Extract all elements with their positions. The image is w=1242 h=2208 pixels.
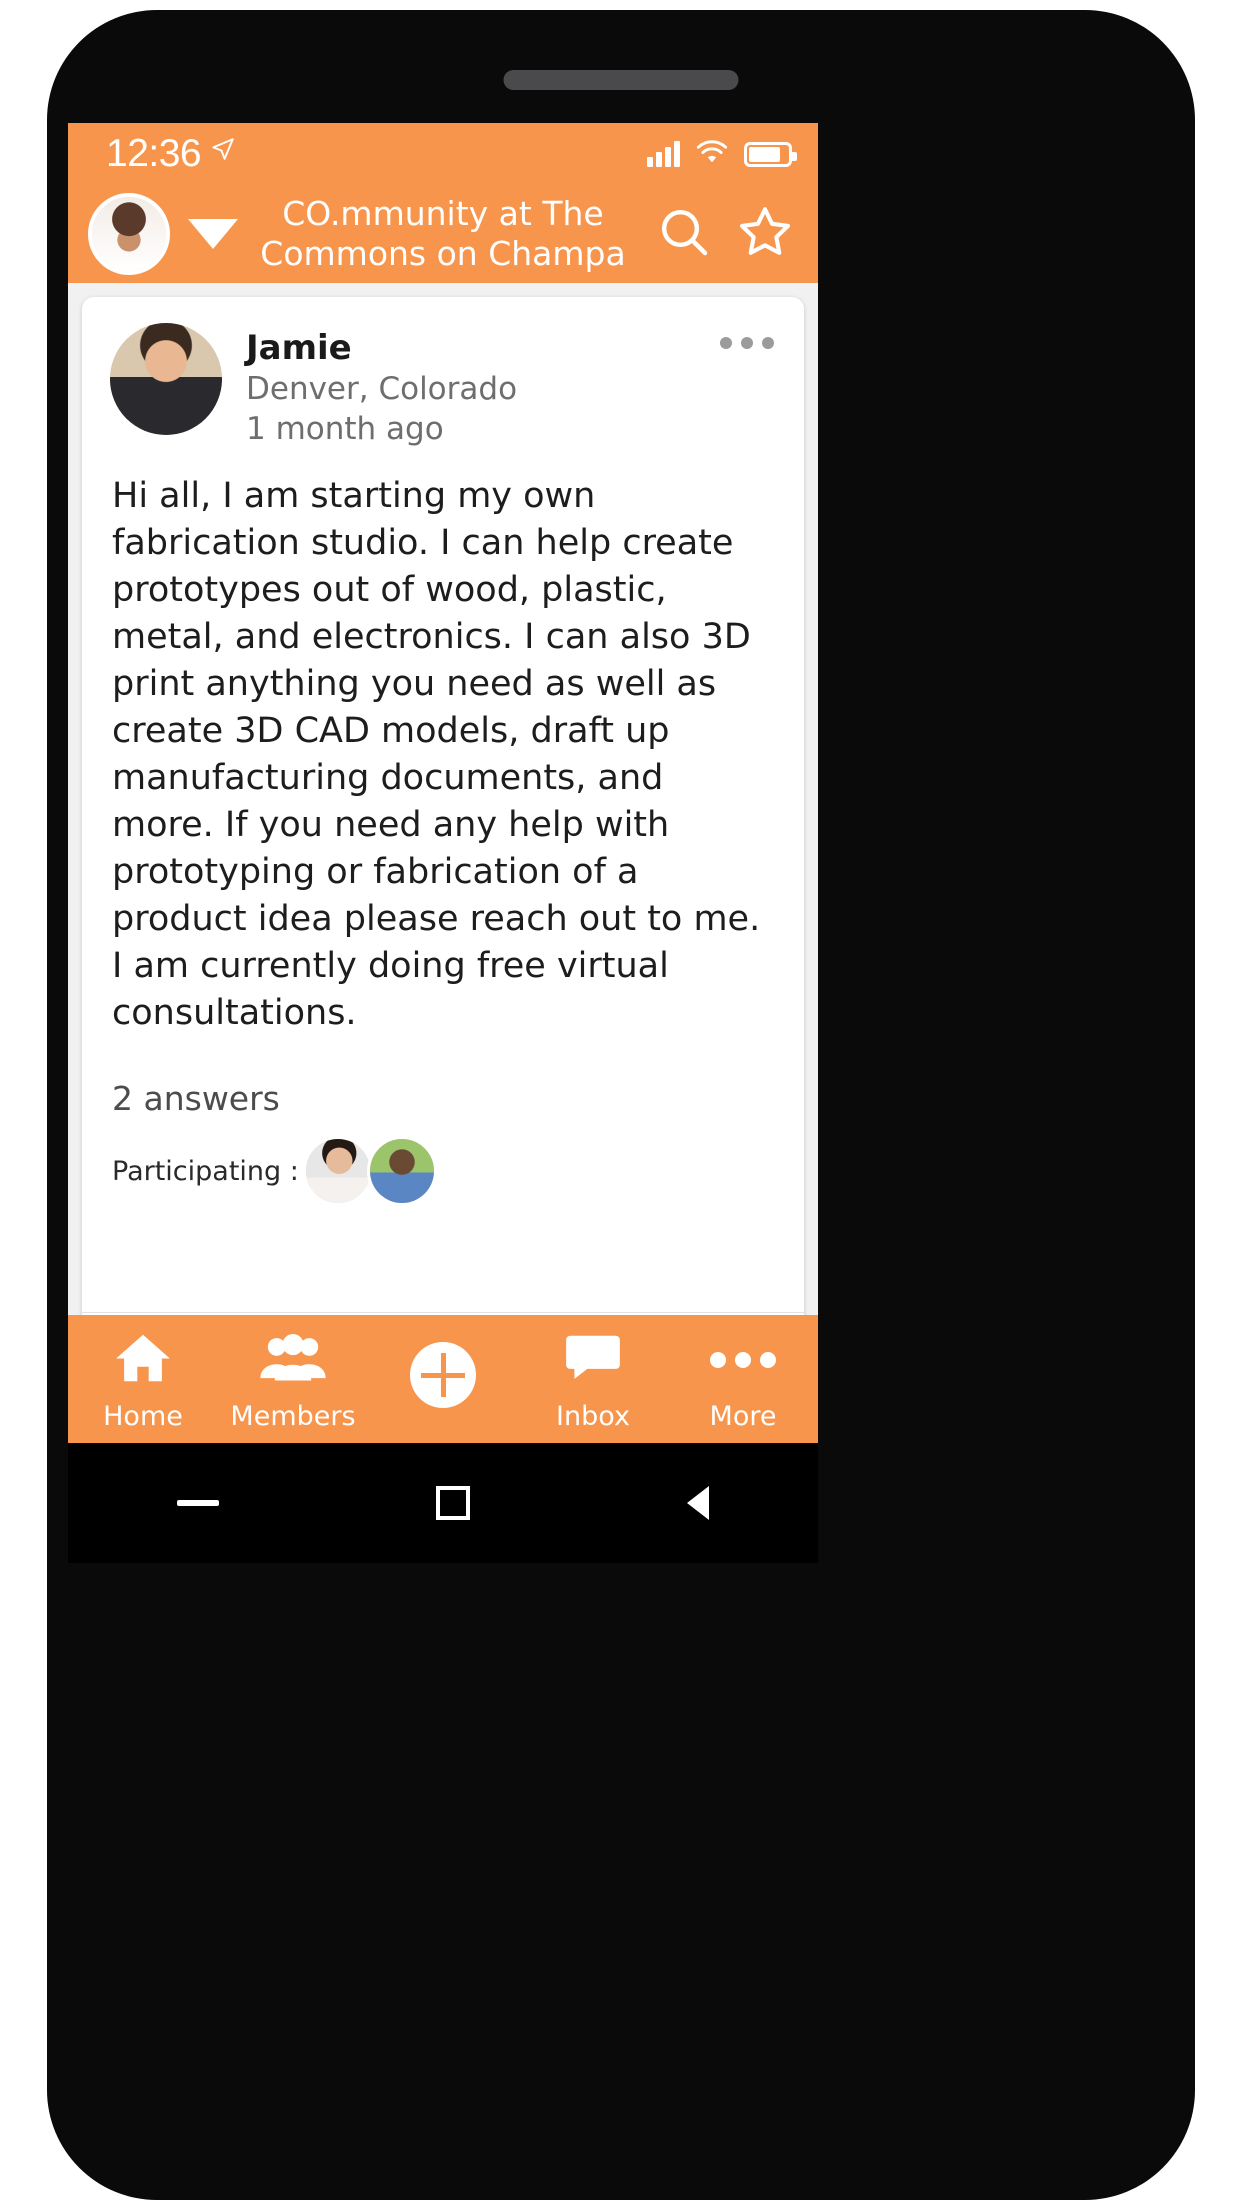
post-card[interactable]: Jamie Denver, Colorado 1 month ago Hi al… xyxy=(82,297,804,1315)
cellular-signal-icon xyxy=(647,141,680,167)
status-bar: 12:36 xyxy=(68,123,818,185)
post-timestamp: 1 month ago xyxy=(246,411,444,447)
page-title: CO.mmunity at The Commons on Champa xyxy=(260,194,626,273)
nav-item-home[interactable]: Home xyxy=(68,1327,218,1432)
post-feed[interactable]: Jamie Denver, Colorado 1 month ago Hi al… xyxy=(68,283,818,1315)
post-body: Hi all, I am starting my own fabrication… xyxy=(112,476,761,1033)
status-bar-left: 12:36 xyxy=(106,132,236,176)
earpiece-speaker xyxy=(503,70,739,90)
nav-item-more[interactable]: More xyxy=(668,1327,818,1432)
chat-bubble-icon xyxy=(560,1327,626,1393)
bottom-navigation: Home Members Inbox More xyxy=(68,1315,818,1443)
app-header: CO.mmunity at The Commons on Champa xyxy=(68,185,818,283)
post-author[interactable]: Jamie xyxy=(246,327,517,369)
header-actions xyxy=(656,203,794,265)
nav-item-inbox[interactable]: Inbox xyxy=(518,1327,668,1432)
participating-label: Participating : xyxy=(112,1155,299,1187)
community-selector[interactable]: CO.mmunity at The Commons on Champa xyxy=(180,194,646,274)
wifi-icon xyxy=(695,139,729,169)
avatar[interactable] xyxy=(88,193,170,275)
avatar[interactable] xyxy=(110,323,222,435)
nav-label-members: Members xyxy=(230,1400,356,1432)
back-chevron-icon[interactable] xyxy=(687,1486,710,1520)
ellipsis-icon[interactable] xyxy=(720,337,774,349)
people-icon xyxy=(257,1327,329,1393)
answer-count[interactable]: 2 answers xyxy=(110,1037,776,1118)
recents-dash-icon[interactable] xyxy=(176,1500,219,1506)
status-bar-time: 12:36 xyxy=(106,132,202,175)
star-icon[interactable] xyxy=(736,203,794,265)
location-arrow-icon xyxy=(210,136,236,166)
battery-icon xyxy=(744,141,797,167)
participating-row: Participating : xyxy=(110,1118,776,1242)
search-icon[interactable] xyxy=(656,204,712,264)
nav-item-create[interactable] xyxy=(368,1342,518,1416)
status-bar-right xyxy=(647,139,797,169)
nav-label-home: Home xyxy=(103,1400,183,1432)
post-meta: Jamie Denver, Colorado 1 month ago xyxy=(246,323,517,449)
card-spacer xyxy=(110,1242,776,1312)
phone-screen: 12:36 CO.mmunity at The Commons on Champ… xyxy=(68,123,818,1443)
home-icon xyxy=(110,1327,176,1393)
avatar[interactable] xyxy=(302,1136,373,1206)
plus-circle-icon[interactable] xyxy=(410,1342,476,1408)
chevron-down-icon[interactable] xyxy=(188,219,238,249)
nav-item-members[interactable]: Members xyxy=(218,1327,368,1432)
nav-label-more: More xyxy=(709,1400,777,1432)
avatar[interactable] xyxy=(366,1136,437,1206)
home-square-icon[interactable] xyxy=(435,1486,470,1520)
ellipsis-icon xyxy=(710,1327,776,1393)
participant-avatars xyxy=(302,1136,437,1206)
post-header: Jamie Denver, Colorado 1 month ago xyxy=(110,323,776,449)
nav-label-inbox: Inbox xyxy=(556,1400,630,1432)
post-location: Denver, Colorado xyxy=(246,371,518,407)
android-system-nav xyxy=(68,1443,818,1563)
